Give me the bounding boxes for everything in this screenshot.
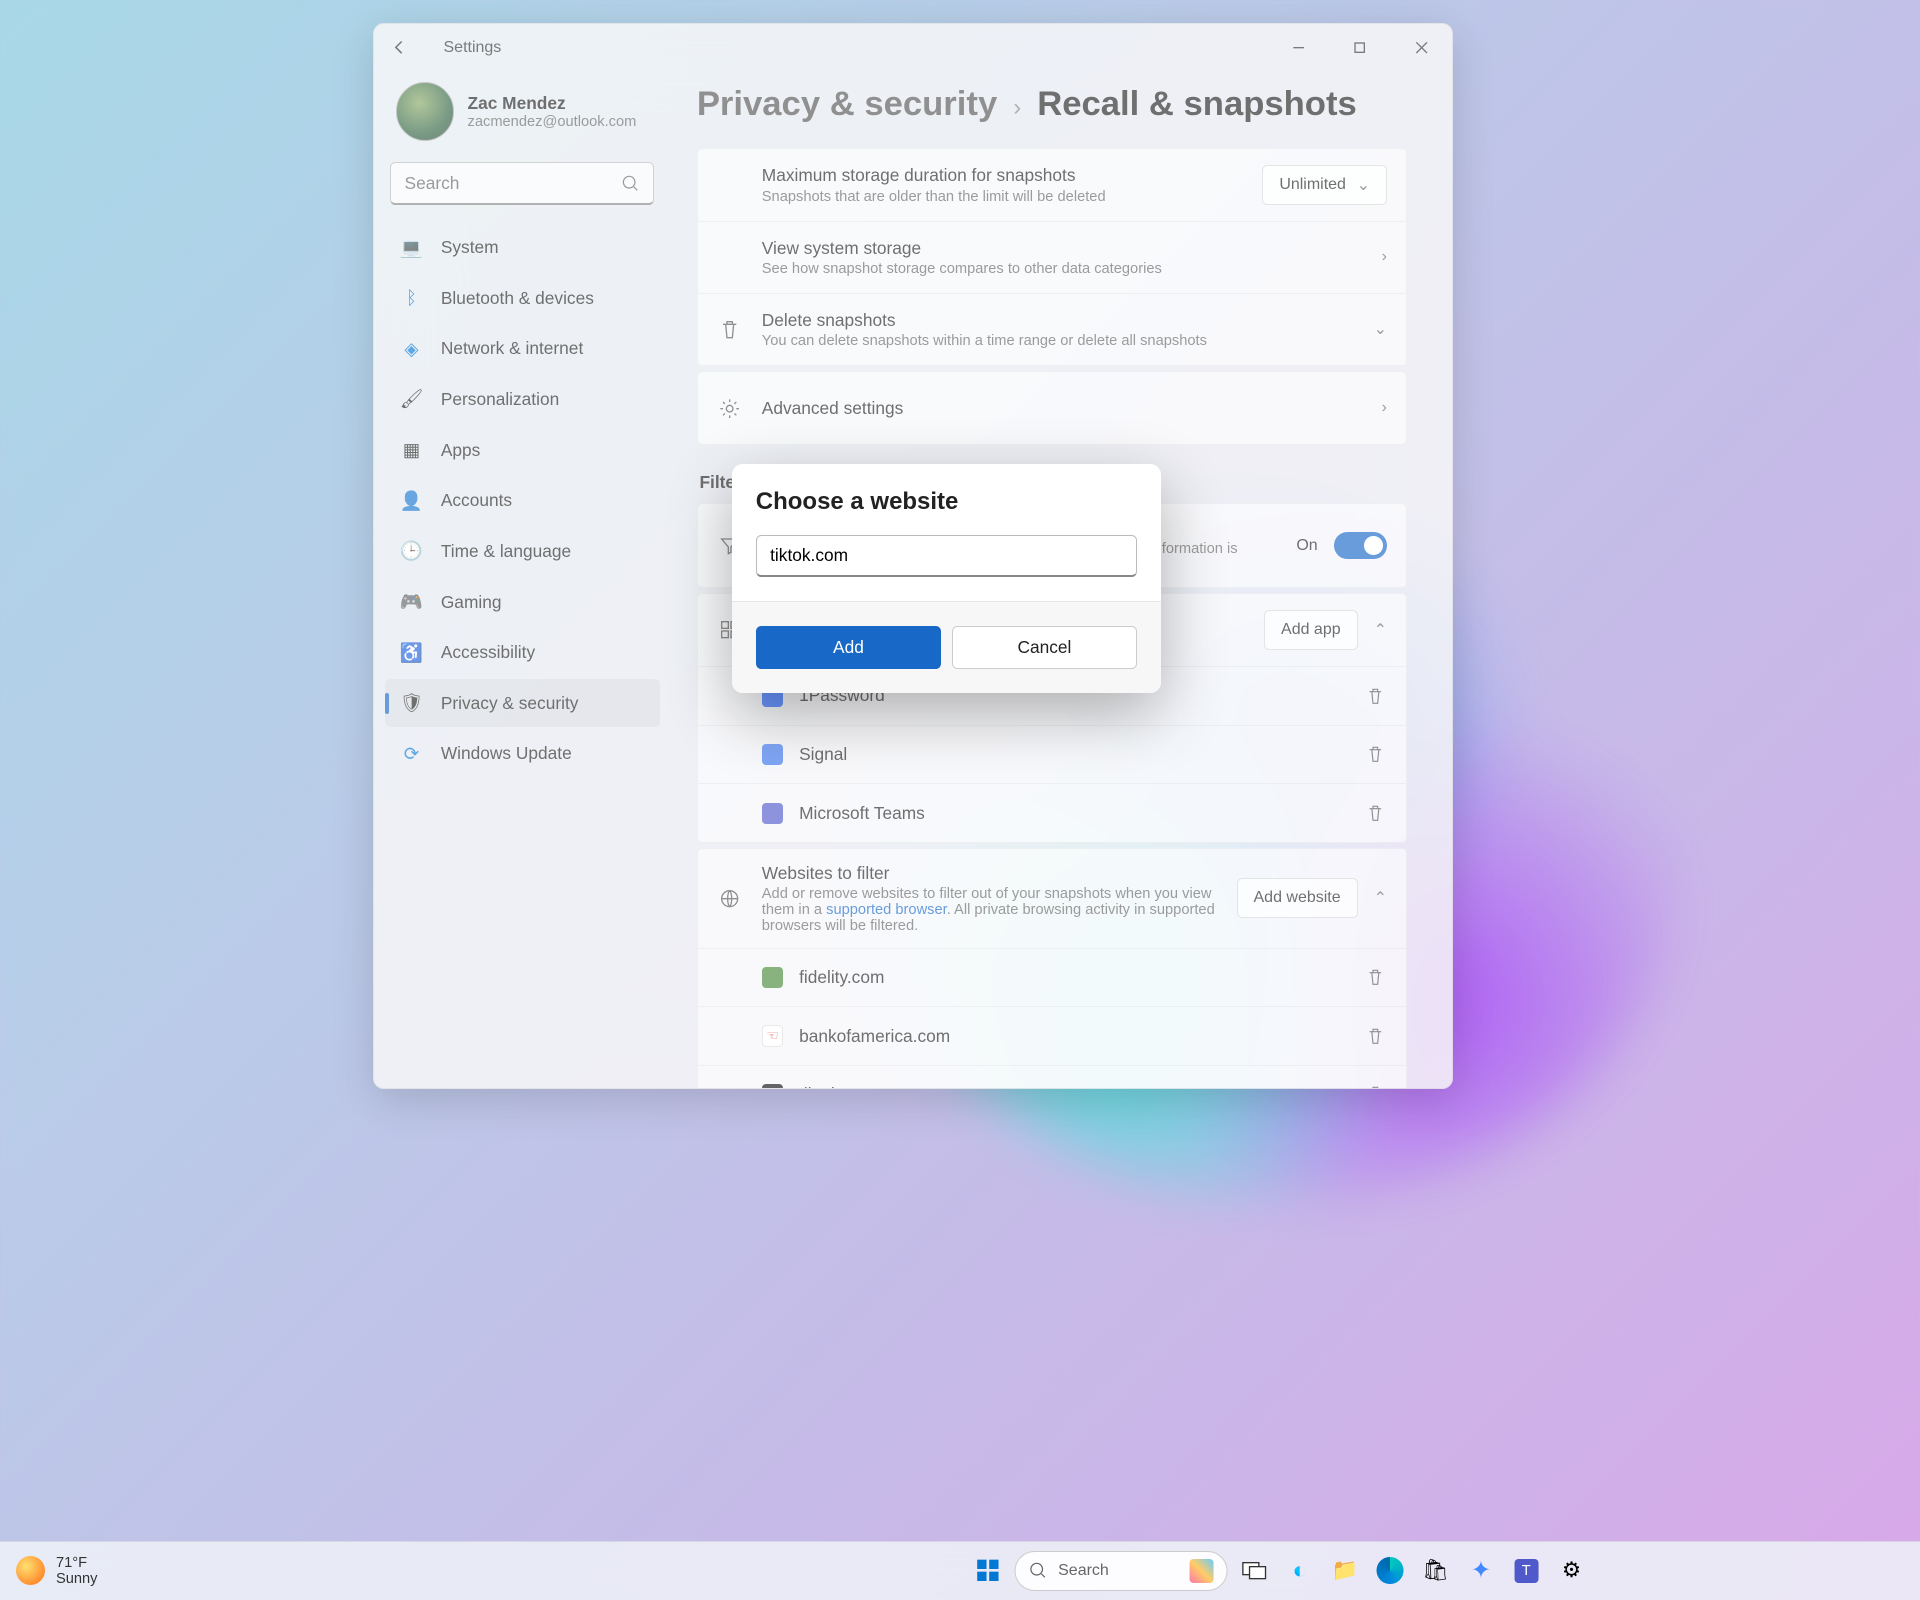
close-button[interactable] — [1391, 24, 1452, 72]
gamepad-icon: 🎮 — [401, 591, 422, 612]
search-accent-icon — [1189, 1559, 1213, 1583]
search-icon — [621, 174, 640, 193]
apps-icon: ▦ — [401, 439, 422, 460]
app-item: Signal — [698, 725, 1406, 784]
delete-app-button[interactable] — [1366, 804, 1387, 823]
sidebar-item-update[interactable]: ⟳Windows Update — [385, 730, 660, 778]
setting-delete-snapshots[interactable]: Delete snapshots You can delete snapshot… — [698, 293, 1406, 365]
sidebar-item-system[interactable]: 💻System — [385, 224, 660, 272]
setting-websites-filter[interactable]: Websites to filter Add or remove website… — [698, 849, 1406, 947]
app-icon — [762, 803, 783, 824]
clock-icon: 🕒 — [401, 541, 422, 562]
copilot-button[interactable]: ◐ — [1281, 1552, 1318, 1589]
taskbar: 71°F Sunny Search ◐ 📁 🛍 ✦ T ⚙ ⌃ ✦ ◊ ⌄ 🔊 … — [0, 1541, 1920, 1600]
breadcrumb-parent[interactable]: Privacy & security — [697, 85, 997, 124]
bluetooth-icon: ᛒ — [401, 288, 422, 309]
start-button[interactable] — [969, 1552, 1006, 1589]
cancel-button[interactable]: Cancel — [952, 626, 1137, 669]
search-icon — [1029, 1561, 1048, 1580]
website-item: ♪ tiktok.com — [698, 1065, 1406, 1088]
delete-website-button[interactable] — [1366, 1085, 1387, 1088]
explorer-button[interactable]: 📁 — [1326, 1552, 1363, 1589]
app-icon — [762, 744, 783, 765]
edge-button[interactable] — [1372, 1552, 1409, 1589]
website-item: ☜ bankofamerica.com — [698, 1006, 1406, 1065]
trash-icon — [716, 316, 743, 343]
gear-icon — [716, 395, 743, 422]
person-icon: 👤 — [401, 490, 422, 511]
delete-app-button[interactable] — [1366, 745, 1387, 764]
sidebar-item-apps[interactable]: ▦Apps — [385, 426, 660, 474]
globe-icon — [716, 885, 743, 912]
chevron-up-icon: ⌃ — [1374, 620, 1387, 640]
brush-icon: 🖌 — [401, 389, 422, 410]
filter-sensitive-toggle[interactable] — [1334, 532, 1387, 559]
weather-widget[interactable]: 71°F Sunny — [16, 1555, 98, 1587]
sidebar-item-network[interactable]: ◈Network & internet — [385, 325, 660, 373]
teams-button[interactable]: T — [1508, 1552, 1545, 1589]
sidebar-item-privacy[interactable]: 🛡Privacy & security — [385, 679, 660, 727]
store-button[interactable]: 🛍 — [1417, 1552, 1454, 1589]
shield-icon: 🛡 — [401, 693, 422, 714]
sidebar-item-personalization[interactable]: 🖌Personalization — [385, 375, 660, 423]
dialog-title: Choose a website — [732, 464, 1161, 535]
setting-advanced[interactable]: Advanced settings › — [698, 372, 1406, 444]
task-view-button[interactable] — [1236, 1552, 1273, 1589]
window-title: Settings — [444, 39, 502, 57]
sidebar: Zac Mendez zacmendez@outlook.com Search … — [374, 72, 670, 1088]
user-name: Zac Mendez — [468, 93, 637, 114]
chevron-down-icon: ⌄ — [1357, 175, 1370, 195]
supported-browser-link[interactable]: supported browser — [826, 902, 947, 918]
wifi-icon: ◈ — [401, 338, 422, 359]
titlebar: Settings — [374, 24, 1452, 72]
site-icon: ♪ — [762, 1084, 783, 1088]
sidebar-item-accounts[interactable]: 👤Accounts — [385, 477, 660, 525]
add-button[interactable]: Add — [756, 626, 941, 669]
chevron-right-icon: › — [1382, 248, 1387, 266]
breadcrumb: Privacy & security › Recall & snapshots — [697, 72, 1407, 148]
site-icon: ☜ — [762, 1025, 783, 1046]
profile[interactable]: Zac Mendez zacmendez@outlook.com — [385, 72, 660, 163]
accessibility-icon: ♿ — [401, 642, 422, 663]
setting-max-storage[interactable]: Maximum storage duration for snapshots S… — [698, 149, 1406, 221]
page-title: Recall & snapshots — [1037, 85, 1357, 124]
back-button[interactable] — [390, 38, 422, 57]
chevron-right-icon: › — [1382, 399, 1387, 417]
avatar — [396, 82, 455, 141]
user-email: zacmendez@outlook.com — [468, 114, 637, 130]
setting-view-storage[interactable]: View system storage See how snapshot sto… — [698, 221, 1406, 293]
sun-icon — [16, 1556, 45, 1585]
delete-website-button[interactable] — [1366, 968, 1387, 987]
sidebar-item-bluetooth[interactable]: ᛒBluetooth & devices — [385, 274, 660, 322]
chevron-down-icon: ⌄ — [1374, 319, 1387, 339]
choose-website-dialog: Choose a website tiktok.com Add Cancel — [732, 464, 1161, 693]
copilot-app-button[interactable]: ✦ — [1462, 1552, 1499, 1589]
max-storage-dropdown[interactable]: Unlimited ⌄ — [1262, 165, 1387, 205]
website-item: fidelity.com — [698, 948, 1406, 1007]
taskbar-search[interactable]: Search — [1015, 1551, 1228, 1591]
update-icon: ⟳ — [401, 743, 422, 764]
delete-app-button[interactable] — [1366, 687, 1387, 706]
sidebar-item-time[interactable]: 🕒Time & language — [385, 527, 660, 575]
add-app-button[interactable]: Add app — [1264, 610, 1358, 650]
website-url-input[interactable]: tiktok.com — [756, 535, 1137, 578]
sidebar-item-accessibility[interactable]: ♿Accessibility — [385, 629, 660, 677]
search-input[interactable]: Search — [390, 162, 654, 205]
app-item: Microsoft Teams — [698, 783, 1406, 842]
add-website-button[interactable]: Add website — [1237, 878, 1358, 918]
minimize-button[interactable] — [1268, 24, 1329, 72]
chevron-up-icon: ⌃ — [1374, 888, 1387, 908]
system-icon: 💻 — [401, 237, 422, 258]
maximize-button[interactable] — [1329, 24, 1390, 72]
chevron-right-icon: › — [1013, 94, 1021, 122]
sidebar-item-gaming[interactable]: 🎮Gaming — [385, 578, 660, 626]
delete-website-button[interactable] — [1366, 1027, 1387, 1046]
site-icon — [762, 967, 783, 988]
settings-button[interactable]: ⚙ — [1553, 1552, 1590, 1589]
